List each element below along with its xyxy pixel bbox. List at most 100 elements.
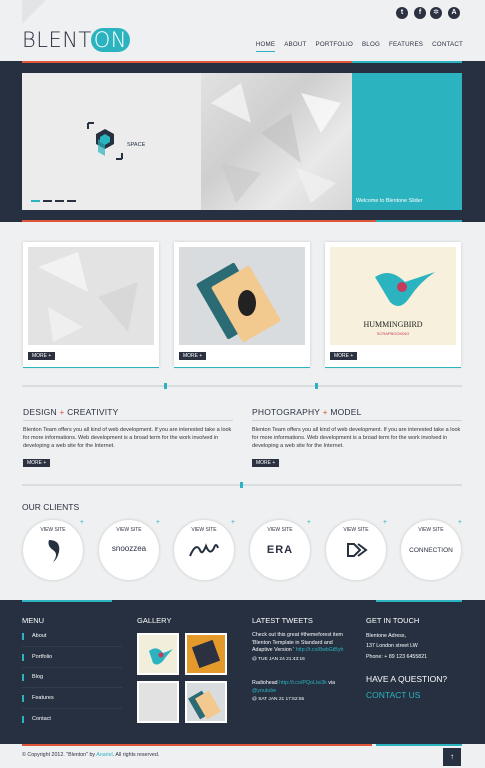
card-subtitle: SCRAPBOOKING [377, 331, 409, 336]
client-circle[interactable]: VIEW SITE + ERA [250, 519, 311, 580]
view-site-link[interactable]: VIEW SITE [174, 527, 234, 533]
footer-accent [376, 600, 462, 602]
card-underline [23, 367, 159, 368]
tweet-user-link[interactable]: @youtube [252, 688, 276, 694]
gallery-thumb[interactable] [137, 633, 179, 675]
client-logo-5 [347, 543, 368, 557]
gallery-thumb[interactable] [185, 633, 227, 675]
tweet-time: @ SAT JAN 21 17:52:55 [252, 697, 305, 702]
pager-dot[interactable] [31, 200, 40, 202]
gallery-thumb[interactable] [185, 681, 227, 723]
more-button[interactable]: MORE + [28, 352, 56, 360]
nav-home[interactable]: HOME [255, 41, 276, 52]
copyright: © Copyright 2012. "Blenton" by Anariel. … [22, 752, 160, 758]
client-logo-connection: CONNECTION [409, 547, 453, 554]
hero-top-accent-teal [352, 61, 462, 63]
nav-features[interactable]: FEATURES [389, 41, 423, 52]
author-link[interactable]: Anariel [96, 752, 113, 758]
footer-menu-about[interactable]: About [22, 627, 122, 647]
view-site-link[interactable]: VIEW SITE [23, 527, 83, 533]
contact-us-link[interactable]: CONTACT US [366, 690, 420, 700]
footer-menu-blog[interactable]: Blog [22, 668, 122, 688]
card-image: HUMMINGBIRD SCRAPBOOKING [330, 247, 456, 345]
slide-middle-panel [201, 73, 352, 210]
logo-text: BLENT [22, 28, 92, 52]
tweet-time: @ TUE JAN 24 21:43:16 [252, 656, 305, 662]
space-label: SPACE [127, 142, 146, 148]
pager-dot[interactable] [55, 200, 64, 202]
pager-dot[interactable] [43, 200, 52, 202]
card-underline [174, 367, 310, 368]
pager-dot[interactable] [67, 200, 76, 202]
tweet-link[interactable]: http://t.co/PQoLIw3k [279, 680, 327, 686]
hero-bottom-accent-teal [376, 220, 462, 222]
slide-left-panel: SPACE [22, 73, 201, 210]
space-logo: SPACE [87, 122, 146, 160]
divider-tick [164, 383, 167, 389]
twitter-icon[interactable]: t [396, 7, 408, 19]
nav-about[interactable]: ABOUT [284, 41, 306, 52]
portfolio-card[interactable]: MORE + [23, 242, 159, 367]
footer-accent [22, 600, 112, 602]
card-image [179, 247, 305, 345]
nav-contact[interactable]: CONTACT [432, 41, 463, 52]
portfolio-card[interactable]: HUMMINGBIRD SCRAPBOOKING MORE + [325, 242, 461, 367]
card-underline [325, 367, 461, 368]
clients-title: OUR CLIENTS [22, 502, 80, 512]
section-title-photography: PHOTOGRAPHY + MODEL [252, 407, 362, 417]
plus-icon: + [457, 519, 462, 526]
client-circle[interactable]: VIEW SITE + snoozzea [99, 519, 160, 580]
section-rule [23, 420, 233, 421]
client-circle[interactable]: VIEW SITE + [326, 519, 387, 580]
contact-address-1: Blentone Adress, [366, 633, 407, 639]
tweet-link[interactable]: http://t.co/8wbGtByh [296, 647, 344, 653]
section-text-photography: Blenton Team offers you all kind of web … [252, 427, 461, 450]
client-logo-era: ERA [266, 544, 294, 556]
more-button[interactable]: MORE + [23, 459, 51, 467]
section-divider [22, 385, 462, 387]
slide-right-panel [352, 73, 462, 210]
site-logo[interactable]: BLENTON [22, 28, 131, 52]
client-logo-3 [189, 543, 219, 557]
gallery-thumb[interactable] [137, 681, 179, 723]
view-site-link[interactable]: VIEW SITE [99, 527, 159, 533]
back-to-top-button[interactable]: ↑ [443, 748, 461, 766]
header-corner-decoration [22, 0, 46, 24]
bottom-accent-teal [376, 744, 462, 746]
question-heading: HAVE A QUESTION? [366, 674, 448, 684]
footer-menu-portfolio[interactable]: Portfolio [22, 648, 122, 668]
more-button[interactable]: MORE + [252, 459, 280, 467]
plus-icon: + [155, 519, 160, 526]
contact-address-2: 137 London street LW [366, 643, 418, 649]
portfolio-card[interactable]: MORE + [174, 242, 310, 367]
section-title-design: DESIGN + CREATIVITY [23, 407, 119, 417]
view-site-link[interactable]: VIEW SITE [326, 527, 386, 533]
card-image [28, 247, 154, 345]
footer-menu-contact[interactable]: Contact [22, 710, 122, 730]
client-logo-snoozzea: snoozzea [111, 544, 147, 553]
main-nav: HOME ABOUT PORTFOLIO BLOG FEATURES CONTA… [255, 41, 463, 52]
client-circle[interactable]: VIEW SITE + CONNECTION [401, 519, 462, 580]
divider-tick [240, 482, 243, 488]
nav-portfolio[interactable]: PORTFOLIO [316, 41, 353, 52]
view-site-link[interactable]: VIEW SITE [401, 527, 461, 533]
logo-on-badge: ON [90, 28, 131, 52]
nav-blog[interactable]: BLOG [362, 41, 380, 52]
client-circle[interactable]: VIEW SITE + [174, 519, 235, 580]
footer-gallery-title: GALLERY [137, 616, 172, 625]
plus-icon: + [382, 519, 387, 526]
dribbble-icon[interactable]: ✲ [430, 7, 442, 19]
contact-phone: Phone: + 89 123 6455821 [366, 654, 428, 660]
more-button[interactable]: MORE + [330, 352, 358, 360]
more-button[interactable]: MORE + [179, 352, 207, 360]
client-logo-1 [48, 540, 60, 562]
section-text-design: Blenton Team offers you all kind of web … [23, 427, 232, 450]
view-site-link[interactable]: VIEW SITE [250, 527, 310, 533]
plus-icon: + [306, 519, 311, 526]
footer-menu-features[interactable]: Features [22, 689, 122, 709]
bottom-accent [22, 744, 372, 746]
facebook-icon[interactable]: f [414, 7, 426, 19]
card-title: HUMMINGBIRD [363, 320, 422, 329]
app-icon[interactable]: A [448, 7, 460, 19]
client-circle[interactable]: VIEW SITE + [23, 519, 84, 580]
